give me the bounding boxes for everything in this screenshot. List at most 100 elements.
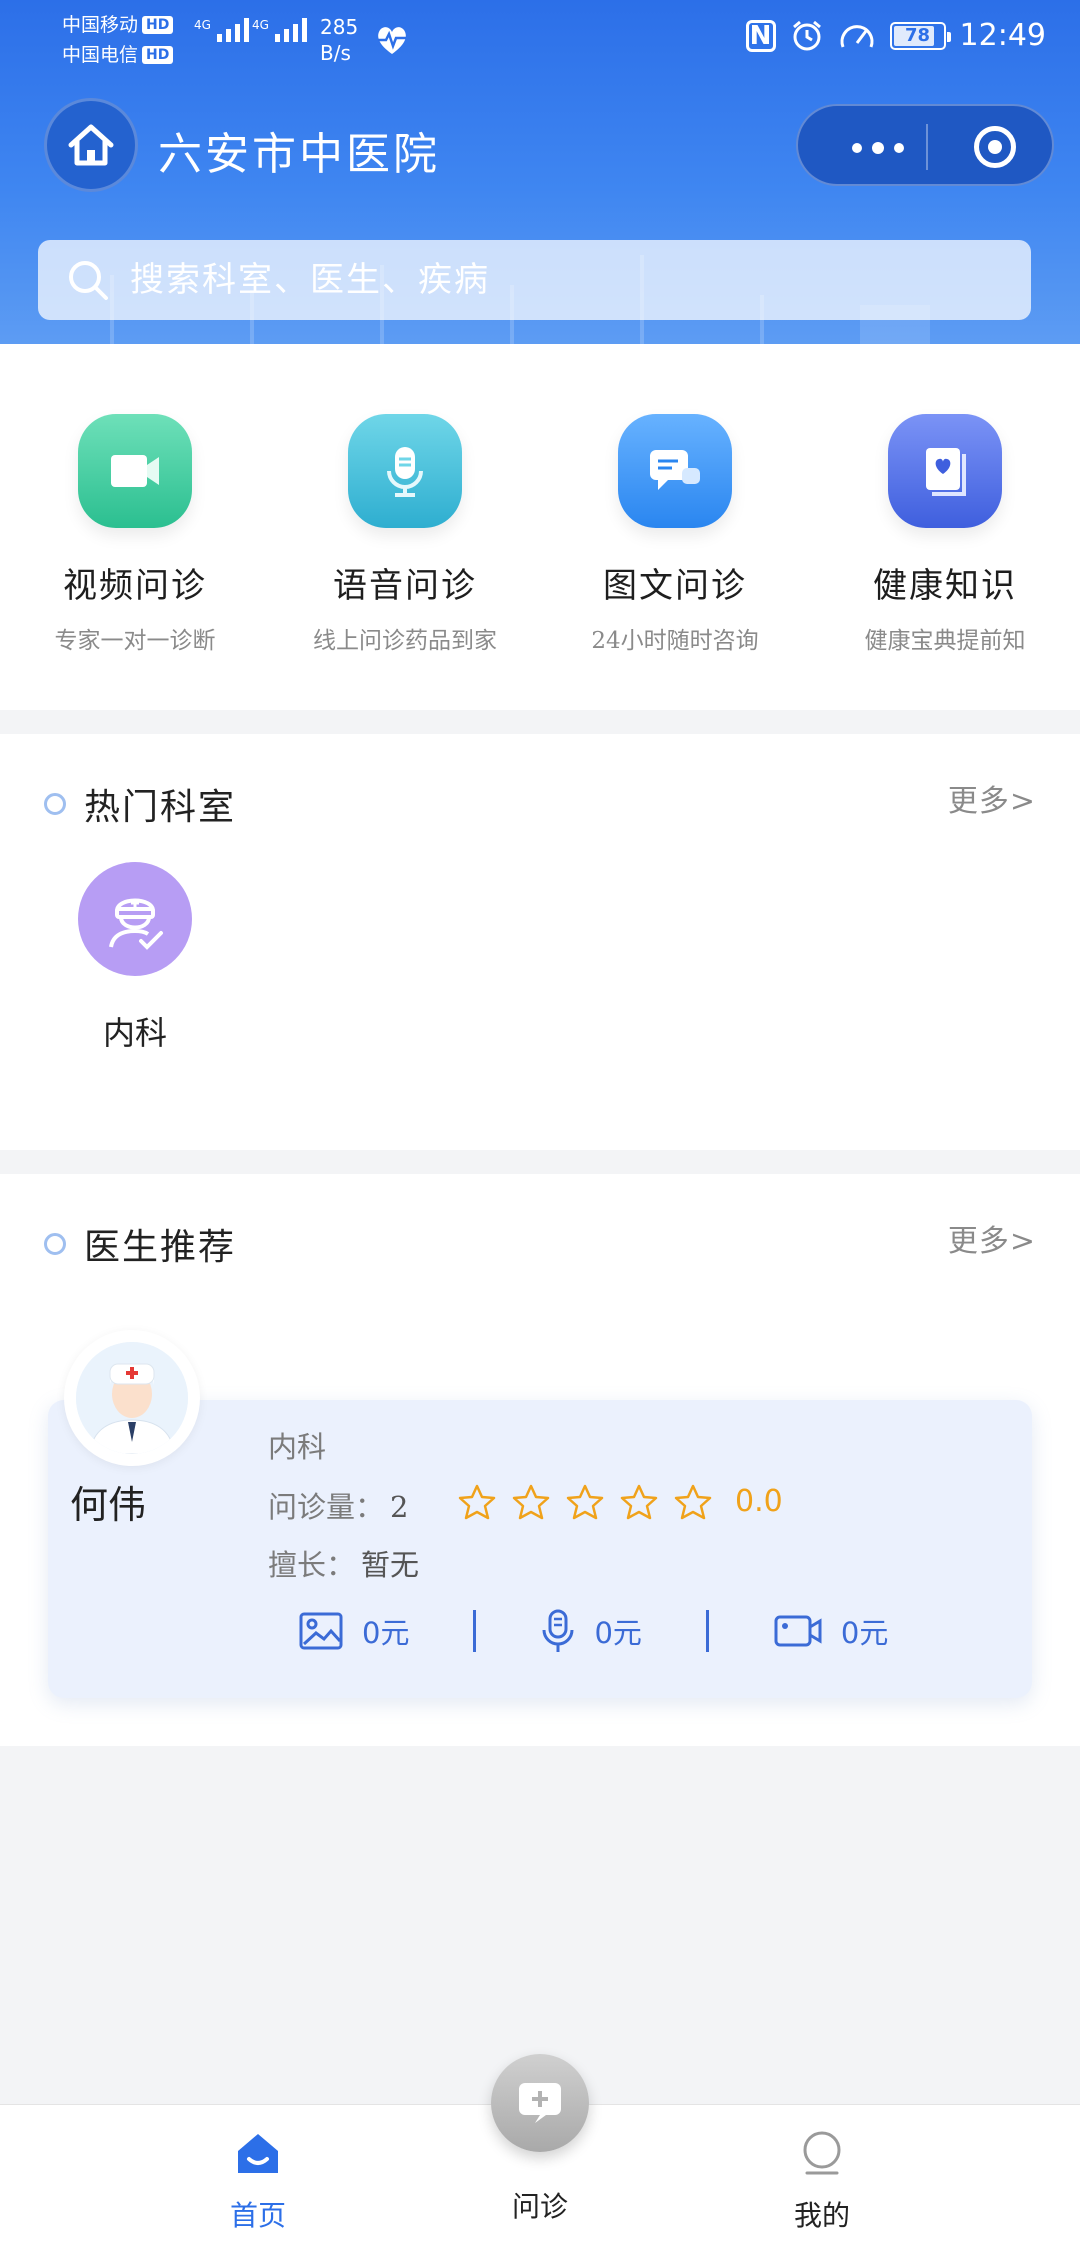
- status-right: N 78 12:49: [745, 18, 1046, 53]
- department-name: 内科: [102, 1014, 167, 1052]
- service-subtitle: 线上问诊药品到家: [313, 628, 497, 654]
- service-text[interactable]: 图文问诊 24小时随时咨询: [540, 344, 810, 710]
- video-icon: [774, 1615, 822, 1647]
- consult-count: 问诊量： 2: [268, 1484, 408, 1526]
- more-doctors-link[interactable]: 更多>: [948, 1216, 1036, 1260]
- more-menu-button[interactable]: [852, 142, 904, 154]
- tab-home[interactable]: 首页: [158, 2129, 358, 2234]
- section-title: 医生推荐: [84, 1227, 237, 1268]
- battery-icon: 78: [889, 21, 951, 50]
- hd-badge: HD: [142, 16, 174, 34]
- doctor-avatar-frame: [64, 1330, 200, 1466]
- section-header: 热门科室: [44, 778, 236, 830]
- hd-badge: HD: [142, 46, 174, 64]
- signal-icon: 4G: [252, 18, 307, 42]
- doctor-department: 内科: [268, 1430, 327, 1464]
- price-video: 0元: [773, 1610, 888, 1652]
- price-value: 0元: [362, 1616, 410, 1650]
- speed-value: 285: [320, 15, 359, 39]
- network-type: 4G: [194, 18, 211, 32]
- star-icon: [512, 1484, 550, 1520]
- heart-rate-icon: [378, 27, 406, 54]
- service-title: 视频问诊: [63, 566, 207, 606]
- service-title: 图文问诊: [603, 566, 747, 606]
- signal-icon: 4G: [194, 18, 249, 42]
- section-title: 热门科室: [84, 787, 237, 828]
- user-icon: [803, 2131, 841, 2175]
- avatar: [76, 1342, 188, 1454]
- home-button[interactable]: [44, 98, 138, 192]
- battery-level: 78: [905, 24, 931, 46]
- price-value: 0元: [594, 1616, 642, 1650]
- consult-value: 2: [390, 1490, 409, 1524]
- nav-bar: 六安市中医院: [0, 98, 1080, 194]
- carrier-1: 中国移动: [62, 14, 139, 36]
- service-video[interactable]: 视频问诊 专家一对一诊断: [0, 344, 270, 710]
- price-image-text: 0元: [298, 1610, 409, 1652]
- page-title: 六安市中医院: [158, 129, 440, 180]
- service-subtitle: 健康宝典提前知: [864, 628, 1026, 654]
- service-voice[interactable]: 语音问诊 线上问诊药品到家: [270, 344, 540, 710]
- rating-score: 0.0: [735, 1484, 783, 1519]
- image-icon: [299, 1612, 343, 1650]
- status-bar: 中国移动 HD 中国电信 HD 4G 4G 285 B/s N 78 12:49: [0, 0, 1080, 80]
- star-icon: [620, 1484, 658, 1520]
- home-icon: [68, 124, 114, 166]
- rating-stars: [458, 1484, 712, 1520]
- home-icon: [238, 2134, 278, 2173]
- tab-label: 首页: [229, 2199, 286, 2232]
- hot-departments-section: 热门科室 更多> 内科: [0, 734, 1080, 1150]
- doctor-specialty: 擅长： 暂无: [268, 1542, 419, 1584]
- service-title: 语音问诊: [333, 566, 477, 606]
- price-voice: 0元: [540, 1608, 642, 1654]
- star-icon: [674, 1484, 712, 1520]
- clock: 12:49: [959, 18, 1046, 53]
- consult-label: 问诊量：: [268, 1490, 385, 1524]
- price-value: 0元: [840, 1616, 889, 1650]
- department-item[interactable]: 内科: [60, 862, 210, 1054]
- close-miniprogram-button[interactable]: [974, 126, 1016, 168]
- consult-plus-icon: [519, 2083, 561, 2123]
- ring-icon: [44, 793, 66, 815]
- divider: [473, 1610, 477, 1652]
- service-title: 健康知识: [873, 566, 1017, 606]
- doctor-recommend-section: 医生推荐 更多>: [0, 1174, 1080, 1746]
- nfc-icon: N: [745, 19, 776, 52]
- network-speed: 285 B/s: [320, 14, 358, 66]
- star-icon: [458, 1484, 496, 1520]
- search-bar[interactable]: [38, 240, 1031, 320]
- doctor-check-icon: [78, 862, 192, 976]
- service-knowledge[interactable]: 健康知识 健康宝典提前知: [810, 344, 1080, 710]
- carriers: 中国移动 HD 中国电信 HD: [62, 10, 174, 70]
- miniprogram-capsule: [796, 104, 1054, 186]
- network-type: 4G: [252, 18, 269, 32]
- doctor-name: 何伟: [70, 1483, 147, 1527]
- search-icon: [69, 261, 108, 300]
- tab-label: 问诊: [511, 2190, 568, 2223]
- alarm-icon: [792, 20, 821, 50]
- tab-consult[interactable]: 问诊: [440, 2185, 640, 2225]
- microphone-icon: [542, 1609, 574, 1652]
- service-grid: 视频问诊 专家一对一诊断 语音问诊 线上问诊药品到家 图文问诊 24小时随时咨询…: [0, 344, 1080, 710]
- video-icon: [78, 414, 192, 528]
- header: 中国移动 HD 中国电信 HD 4G 4G 285 B/s N 78 12:49…: [0, 0, 1080, 344]
- book-icon: [888, 414, 1002, 528]
- tab-label: 我的: [793, 2199, 850, 2232]
- speed-unit: B/s: [320, 41, 351, 65]
- microphone-icon: [348, 414, 462, 528]
- carrier-2: 中国电信: [62, 44, 139, 66]
- star-icon: [566, 1484, 604, 1520]
- specialty-label: 擅长：: [268, 1548, 356, 1582]
- service-subtitle: 专家一对一诊断: [54, 628, 216, 654]
- ring-icon: [44, 1233, 66, 1255]
- chat-icon: [618, 414, 732, 528]
- specialty-value: 暂无: [361, 1548, 420, 1582]
- service-subtitle: 24小时随时咨询: [591, 628, 759, 654]
- more-departments-link[interactable]: 更多>: [948, 776, 1036, 820]
- speedometer-icon: [840, 24, 874, 48]
- divider: [705, 1610, 709, 1652]
- section-header: 医生推荐: [44, 1218, 236, 1270]
- consult-fab-button[interactable]: [491, 2054, 589, 2152]
- tab-mine[interactable]: 我的: [722, 2129, 922, 2234]
- search-input[interactable]: [130, 260, 930, 300]
